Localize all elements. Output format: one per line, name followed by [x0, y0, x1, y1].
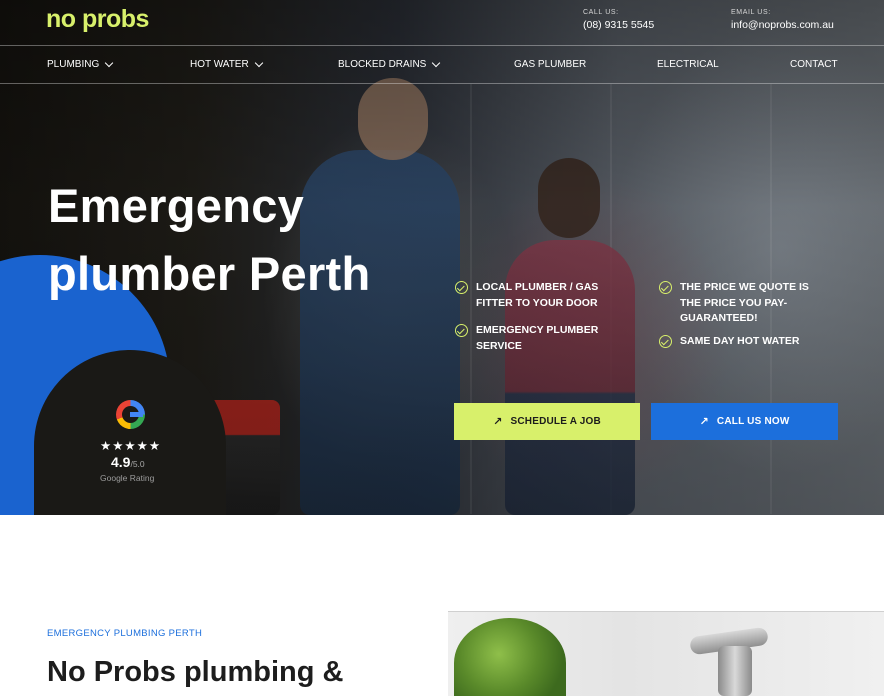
google-icon — [116, 400, 145, 429]
bathroom-image — [448, 611, 884, 696]
tap-body — [718, 646, 752, 696]
arrow-up-right-icon: ↗ — [493, 416, 503, 428]
main-nav: PLUMBING HOT WATER BLOCKED DRAINS GAS PL… — [0, 47, 884, 84]
section-eyebrow: EMERGENCY PLUMBING PERTH — [47, 628, 203, 639]
rating-label: Google Rating — [100, 473, 155, 483]
email-contact[interactable]: EMAIL US: info@noprobs.com.au — [731, 9, 834, 31]
chevron-down-icon — [432, 58, 441, 67]
arrow-up-right-icon: ↗ — [699, 416, 709, 428]
rating-stars: ★★★★★ — [100, 439, 162, 453]
hero-title-line-2: plumber Perth — [48, 247, 371, 300]
chevron-down-icon — [254, 58, 263, 67]
feature-item: THE PRICE WE QUOTE IS THE PRICE YOU PAY-… — [659, 280, 809, 327]
email-address[interactable]: info@noprobs.com.au — [731, 19, 834, 31]
hero-title: Emergency plumber Perth — [48, 172, 428, 308]
nav-item-label: BLOCKED DRAINS — [338, 59, 427, 70]
feature-item: LOCAL PLUMBER / GAS FITTER TO YOUR DOOR — [455, 280, 635, 311]
call-now-label: CALL US NOW — [716, 416, 790, 427]
feature-text: THE PRICE WE QUOTE IS THE PRICE YOU PAY-… — [680, 281, 809, 324]
feature-item: SAME DAY HOT WATER — [659, 334, 839, 350]
feature-text: SAME DAY HOT WATER — [680, 335, 800, 347]
nav-item-label: CONTACT — [790, 59, 838, 70]
rating-score-value: 4.9 — [111, 454, 131, 470]
plant-image — [454, 618, 566, 696]
check-circle-icon — [659, 281, 672, 294]
email-label: EMAIL US: — [731, 9, 771, 16]
check-circle-icon — [455, 324, 468, 337]
site-logo[interactable]: no probs — [46, 5, 149, 34]
nav-item-label: ELECTRICAL — [657, 59, 719, 70]
nav-item-plumbing[interactable]: PLUMBING — [47, 58, 114, 70]
nav-item-electrical[interactable]: ELECTRICAL — [657, 59, 719, 70]
feature-item: EMERGENCY PLUMBER SERVICE — [455, 323, 635, 354]
check-circle-icon — [659, 335, 672, 348]
section-title: No Probs plumbing & — [47, 656, 344, 688]
nav-item-contact[interactable]: CONTACT — [790, 59, 838, 70]
nav-item-label: HOT WATER — [190, 59, 249, 70]
phone-contact[interactable]: CALL US: (08) 9315 5545 — [583, 9, 654, 31]
check-circle-icon — [455, 281, 468, 294]
nav-item-gas-plumber[interactable]: GAS PLUMBER — [514, 59, 586, 70]
nav-item-label: GAS PLUMBER — [514, 59, 587, 70]
schedule-job-label: SCHEDULE A JOB — [510, 416, 601, 427]
nav-item-label: PLUMBING — [47, 59, 100, 70]
rating-score: 4.9/5.0 — [111, 454, 145, 470]
top-bar: no probs CALL US: (08) 9315 5545 EMAIL U… — [0, 0, 884, 46]
phone-number[interactable]: (08) 9315 5545 — [583, 19, 654, 31]
feature-text: LOCAL PLUMBER / GAS FITTER TO YOUR DOOR — [476, 281, 599, 309]
phone-label: CALL US: — [583, 9, 619, 16]
nav-item-hot-water[interactable]: HOT WATER — [190, 58, 263, 70]
nav-item-blocked-drains[interactable]: BLOCKED DRAINS — [338, 58, 441, 70]
chevron-down-icon — [104, 58, 114, 67]
tap-image — [689, 620, 780, 696]
hero-title-line-1: Emergency — [48, 179, 305, 232]
schedule-job-button[interactable]: ↗ SCHEDULE A JOB — [454, 403, 640, 440]
feature-text: EMERGENCY PLUMBER SERVICE — [476, 324, 599, 352]
call-now-button[interactable]: ↗ CALL US NOW — [651, 403, 838, 440]
rating-score-max: /5.0 — [130, 459, 145, 469]
